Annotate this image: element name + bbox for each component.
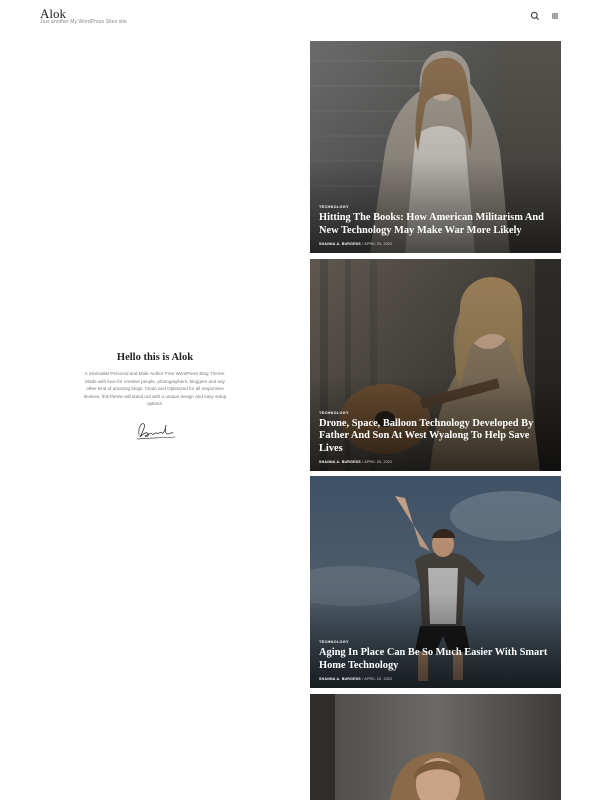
post-date: APRIL 20, 2022 [364, 242, 393, 246]
search-icon[interactable] [530, 11, 540, 21]
post-card[interactable]: TECHNOLOGY Drone, Space, Balloon Technol… [310, 259, 561, 471]
post-date: APRIL 20, 2022 [364, 677, 393, 681]
post-title[interactable]: Hitting The Books: How American Militari… [319, 212, 551, 237]
post-date: APRIL 20, 2022 [364, 460, 393, 464]
post-category[interactable]: TECHNOLOGY [319, 640, 551, 644]
intro-title: Hello this is Alok [116, 352, 194, 363]
post-category[interactable]: TECHNOLOGY [319, 411, 551, 415]
post-meta: SHANNA A. BURGESS / APRIL 20, 2022 [319, 677, 393, 681]
post-card[interactable]: TECHNOLOGY Hitting The Books: How Americ… [310, 41, 561, 253]
intro-text: A minimalist Personal and Multi-Author F… [83, 371, 227, 407]
post-image-woman-portrait [310, 694, 561, 800]
menu-icon[interactable] [550, 11, 560, 21]
post-category[interactable]: TECHNOLOGY [319, 205, 551, 209]
site-tagline: Just another My WordPress Sites site [40, 19, 127, 25]
post-author[interactable]: SHANNA A. BURGESS [319, 677, 361, 681]
post-card[interactable]: TECHNOLOGY Aging In Place Can Be So Much… [310, 476, 561, 688]
author-intro: Hello this is Alok A minimalist Personal… [80, 352, 230, 444]
post-meta: SHANNA A. BURGESS / APRIL 20, 2022 [319, 460, 393, 464]
post-title[interactable]: Aging In Place Can Be So Much Easier Wit… [319, 647, 551, 672]
post-card[interactable] [310, 694, 561, 800]
post-author[interactable]: SHANNA A. BURGESS [319, 460, 361, 464]
post-meta: SHANNA A. BURGESS / APRIL 20, 2022 [319, 242, 393, 246]
post-title[interactable]: Drone, Space, Balloon Technology Develop… [319, 418, 551, 455]
post-author[interactable]: SHANNA A. BURGESS [319, 242, 361, 246]
signature-icon [136, 423, 176, 440]
